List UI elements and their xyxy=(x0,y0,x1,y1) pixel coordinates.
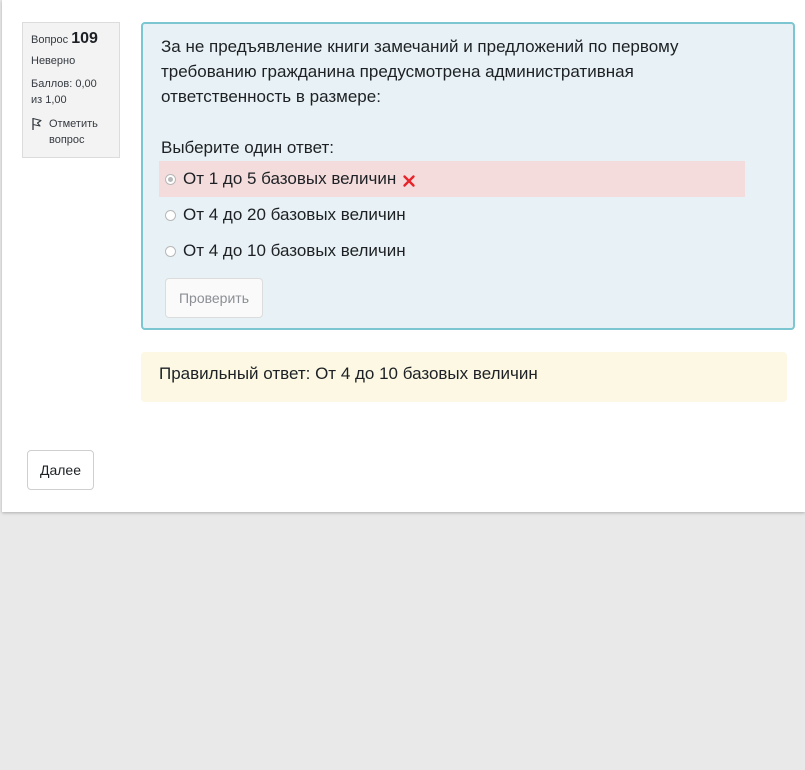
cross-icon xyxy=(403,174,415,187)
question-text: За не предъявление книги замечаний и пре… xyxy=(161,37,679,106)
answer-option-1[interactable]: От 1 до 5 базовых величин xyxy=(159,161,745,197)
question-state: Неверно xyxy=(31,55,76,67)
answer-label-1: От 1 до 5 базовых величин xyxy=(183,169,397,188)
question-label: Вопрос xyxy=(31,34,69,46)
answer-label-2: От 4 до 20 базовых величин xyxy=(183,205,406,224)
question-number-row: Вопрос 109 xyxy=(31,31,111,48)
answer-option-2[interactable]: От 4 до 20 базовых величин xyxy=(159,197,745,233)
flag-question-link[interactable]: Отметить вопрос xyxy=(31,116,111,148)
answer-option-3[interactable]: От 4 до 10 базовых величин xyxy=(159,233,745,269)
answer-label-3: От 4 до 10 базовых величин xyxy=(183,241,406,260)
question-formulation: За не предъявление книги замечаний и пре… xyxy=(141,22,795,330)
question-info-panel: Вопрос 109 Неверно Баллов: 0,00 из 1,00 … xyxy=(22,22,120,158)
question-number: 109 xyxy=(71,30,98,47)
next-button[interactable]: Далее xyxy=(27,450,94,490)
flag-question-label: Отметить вопрос xyxy=(49,118,98,146)
answer-prompt: Выберите один ответ: xyxy=(161,138,334,157)
answer-radio-1[interactable] xyxy=(165,173,176,185)
question-grade: Баллов: 0,00 из 1,00 xyxy=(31,78,97,106)
answer-radio-2[interactable] xyxy=(165,209,176,221)
flag-icon xyxy=(32,117,42,130)
right-answer-feedback: Правильный ответ: От 4 до 10 базовых вел… xyxy=(141,352,787,402)
check-button[interactable]: Проверить xyxy=(165,278,263,318)
answer-list: От 1 до 5 базовых величин От 4 до 20 баз… xyxy=(159,161,783,269)
answer-radio-3[interactable] xyxy=(165,245,176,257)
quiz-page: Вопрос 109 Неверно Баллов: 0,00 из 1,00 … xyxy=(2,0,805,512)
